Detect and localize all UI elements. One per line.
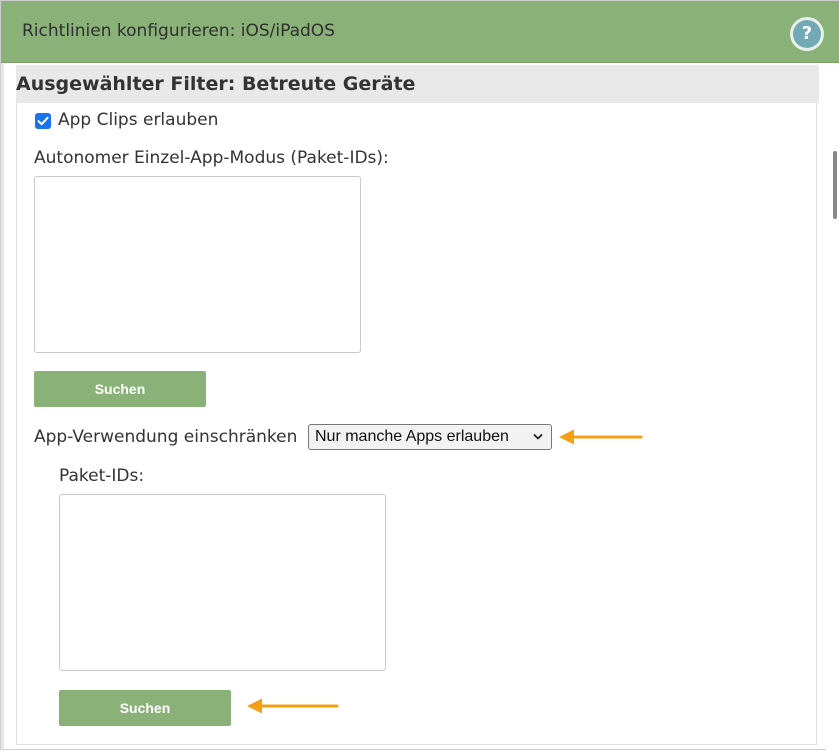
- app-clips-checkbox[interactable]: [35, 113, 51, 129]
- app-usage-selected-value: Nur manche Apps erlauben: [315, 428, 509, 445]
- help-button[interactable]: ?: [790, 17, 824, 51]
- scrollbar-thumb[interactable]: [833, 151, 837, 219]
- policy-dialog: Richtlinien konfigurieren: iOS/iPadOS ? …: [0, 0, 839, 751]
- filter-header: Ausgewählter Filter: Betreute Geräte: [16, 65, 819, 103]
- chevron-down-icon: [533, 434, 543, 440]
- app-usage-select[interactable]: Nur manche Apps erlauben: [308, 424, 552, 450]
- single-app-search-button[interactable]: Suchen: [34, 371, 206, 407]
- package-ids-label: Paket-IDs:: [59, 466, 145, 486]
- arrow-left-icon: [247, 698, 339, 714]
- panel-border-left: [16, 103, 17, 745]
- package-ids-search-button[interactable]: Suchen: [59, 690, 231, 726]
- checkmark-icon: [37, 116, 49, 126]
- dialog-titlebar: Richtlinien konfigurieren: iOS/iPadOS ?: [1, 1, 839, 63]
- package-ids-textarea[interactable]: [59, 494, 386, 671]
- filter-header-text: Ausgewählter Filter: Betreute Geräte: [16, 73, 416, 95]
- single-app-mode-label: Autonomer Einzel-App-Modus (Paket-IDs):: [34, 148, 389, 168]
- app-usage-label: App-Verwendung einschränken: [34, 427, 298, 447]
- single-app-mode-textarea[interactable]: [34, 176, 361, 353]
- question-mark-icon: ?: [793, 20, 821, 48]
- arrow-left-icon: [559, 429, 643, 445]
- dialog-title: Richtlinien konfigurieren: iOS/iPadOS: [22, 21, 335, 41]
- dialog-content[interactable]: Ausgewählter Filter: Betreute Geräte App…: [4, 63, 826, 747]
- panel-border-bottom: [16, 744, 817, 745]
- app-clips-label: App Clips erlauben: [58, 110, 219, 130]
- panel-border-right: [816, 103, 817, 745]
